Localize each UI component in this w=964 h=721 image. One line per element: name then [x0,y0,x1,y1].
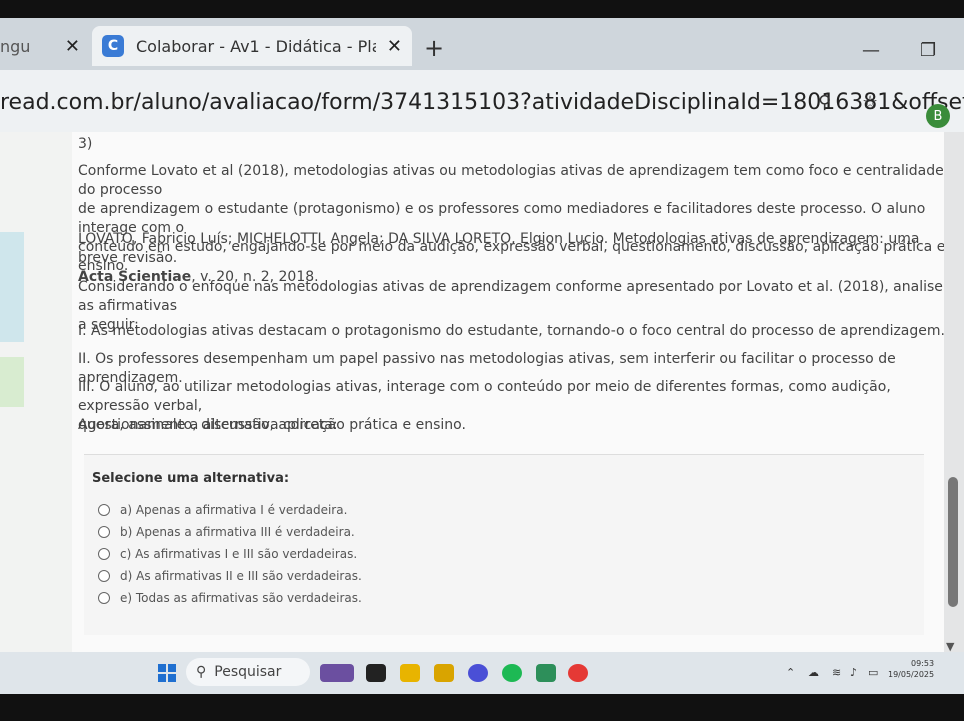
profile-avatar[interactable]: B [926,104,950,128]
question-number: 3) [78,136,93,152]
app-store-icon[interactable] [536,664,556,682]
screen-bezel-bottom [0,694,964,721]
alternatives-box: Selecione uma alternativa: a) Apenas a a… [84,454,924,635]
option-label: b) Apenas a afirmativa III é verdadeira. [120,525,355,539]
reference-line: LOVATO, Fabricio Luís; MICHELOTTI, Angel… [78,231,920,266]
tab-active[interactable]: C Colaborar - Av1 - Didática - Pla ✕ [92,26,412,66]
option-label: d) As afirmativas II e III são verdadeir… [120,569,362,583]
browser-tab-bar: ngu ✕ C Colaborar - Av1 - Didática - Pla… [0,18,964,70]
start-button-windows-icon[interactable] [158,664,176,682]
option-a[interactable]: a) Apenas a afirmativa I é verdadeira. [98,503,347,517]
option-b[interactable]: b) Apenas a afirmativa III é verdadeira. [98,525,355,539]
radio-button[interactable] [98,548,110,560]
tab-previous-close-icon[interactable]: ✕ [65,36,80,57]
clock-date: 19/05/2025 [888,670,935,679]
app-spotify-icon[interactable] [502,664,522,682]
radio-button[interactable] [98,570,110,582]
app-widget-icon[interactable] [320,664,354,682]
app-task-view-icon[interactable] [366,664,386,682]
scrollbar-thumb[interactable] [948,477,958,607]
app-chrome-icon[interactable] [568,664,588,682]
tray-onedrive-icon[interactable]: ☁ [808,666,819,679]
windows-taskbar: ⚲ Pesquisar ⌃ ☁ ≋ ♪ ▭ 09:53 19/05/2025 [0,652,964,694]
site-favicon-icon: C [102,35,124,57]
statement-1: I. As metodologias ativas destacam o pro… [78,323,945,339]
prompt-line: Considerando o enfoque nas metodologias … [78,279,943,314]
tab-active-close-icon[interactable]: ✕ [387,36,402,57]
tray-chevron-up-icon[interactable]: ⌃ [786,666,795,679]
page-scrollbar[interactable]: ▼ [944,132,964,653]
intro-line: Conforme Lovato et al (2018), metodologi… [78,163,944,198]
radio-button[interactable] [98,504,110,516]
question-panel: 3) Conforme Lovato et al (2018), metodol… [72,132,952,652]
minimize-window-icon[interactable]: — [862,40,880,61]
zoom-icon[interactable]: ⚲ [818,92,831,113]
alternatives-title: Selecione uma alternativa: [92,471,290,486]
wifi-icon[interactable]: ≋ [832,666,841,679]
tab-active-label: Colaborar - Av1 - Didática - Pla [136,36,376,56]
new-tab-button[interactable]: + [424,34,444,62]
side-panel-accent-green [0,357,24,407]
volume-icon[interactable]: ♪ [850,666,857,679]
taskbar-search-box[interactable]: ⚲ Pesquisar [186,658,310,686]
side-panel-accent-blue [0,232,24,342]
tab-previous[interactable]: ngu ✕ [0,26,90,66]
search-icon: ⚲ [196,664,207,680]
screen-bezel-top [0,0,964,18]
tab-previous-label: ngu [0,36,31,56]
app-teams-icon[interactable] [468,664,488,682]
option-d[interactable]: d) As afirmativas II e III são verdadeir… [98,569,362,583]
page-viewport: 3) Conforme Lovato et al (2018), metodol… [0,132,964,653]
option-label: a) Apenas a afirmativa I é verdadeira. [120,503,348,517]
radio-button[interactable] [98,526,110,538]
statement-3-line: III. O aluno, ao utilizar metodologias a… [78,379,891,414]
option-label: e) Todas as afirmativas são verdadeiras. [120,591,362,605]
instruction-text: Agora, assinale a alternativa correta: [78,417,338,433]
option-c[interactable]: c) As afirmativas I e III são verdadeira… [98,547,357,561]
restore-window-icon[interactable]: ❐ [920,40,936,61]
app-file-explorer-icon[interactable] [434,664,454,682]
search-label: Pesquisar [214,664,282,680]
clock-time: 09:53 [911,659,935,668]
radio-button[interactable] [98,592,110,604]
option-e[interactable]: e) Todas as afirmativas são verdadeiras. [98,591,362,605]
app-copilot-icon[interactable] [400,664,420,682]
battery-icon[interactable]: ▭ [868,666,878,679]
option-label: c) As afirmativas I e III são verdadeira… [120,547,358,561]
taskbar-clock[interactable]: 09:53 19/05/2025 [888,658,934,680]
bookmark-star-icon[interactable]: ☆ [862,92,878,113]
address-bar: read.com.br/aluno/avaliacao/form/3741315… [0,70,964,132]
